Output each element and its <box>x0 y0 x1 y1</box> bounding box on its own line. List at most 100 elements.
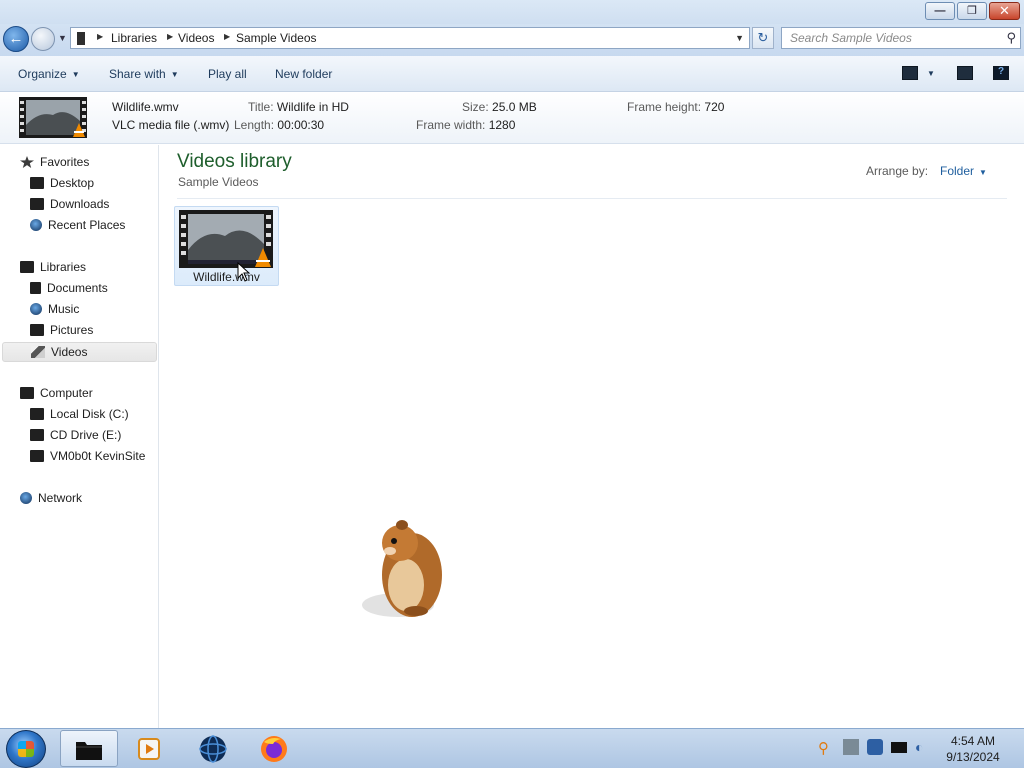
window-title-bar: — ❐ ✕ <box>0 0 1024 24</box>
nav-label: Computer <box>40 386 93 400</box>
breadcrumb-sample-videos[interactable]: Sample Videos <box>236 31 317 45</box>
close-button[interactable]: ✕ <box>989 2 1020 20</box>
nav-label: CD Drive (E:) <box>50 428 122 442</box>
chevron-down-icon: ▼ <box>979 168 987 177</box>
share-with-menu[interactable]: Share with ▼ <box>109 67 179 81</box>
refresh-button[interactable]: ↻ <box>752 27 774 49</box>
chevron-down-icon: ▼ <box>71 70 80 79</box>
breadcrumb-separator-icon[interactable]: ▶ <box>224 32 230 41</box>
favorites-star-icon <box>20 156 34 168</box>
nav-favorites[interactable]: Favorites <box>20 155 89 175</box>
videos-icon <box>31 346 45 358</box>
nav-label: Music <box>48 302 80 316</box>
file-item[interactable]: Wildlife.wmv <box>174 206 279 286</box>
nav-cd-drive[interactable]: CD Drive (E:) <box>30 428 121 448</box>
detail-title-value[interactable]: Wildlife in HD <box>277 100 349 114</box>
breadcrumb-libraries[interactable]: Libraries <box>111 31 157 45</box>
mouse-cursor-icon <box>237 262 251 282</box>
breadcrumb-videos[interactable]: Videos <box>178 31 214 45</box>
detail-frame-width-value: 1280 <box>488 118 516 132</box>
nav-local-disk[interactable]: Local Disk (C:) <box>30 407 129 427</box>
nav-recent-places[interactable]: Recent Places <box>30 218 125 238</box>
taskbar-firefox-button[interactable] <box>245 730 303 767</box>
detail-frame-height-value: 720 <box>704 100 725 114</box>
address-dropdown-icon[interactable]: ▼ <box>735 33 744 43</box>
maximize-button[interactable]: ❐ <box>957 2 987 20</box>
shield-tray-icon[interactable] <box>867 739 883 755</box>
nav-libraries[interactable]: Libraries <box>20 260 86 280</box>
detail-file-type: VLC media file (.wmv) <box>112 118 230 132</box>
nav-label: Recent Places <box>48 218 126 232</box>
documents-icon <box>30 282 41 294</box>
file-view: Videos library Sample Videos Arrange by:… <box>160 145 1024 728</box>
start-button[interactable] <box>6 730 46 768</box>
maximize-icon: ❐ <box>967 5 977 17</box>
detail-length-value: 00:00:30 <box>277 118 325 132</box>
network-icon <box>20 492 32 504</box>
taskbar: ⚲ ◐ 4:54 AM 9/13/2024 <box>0 728 1024 768</box>
nav-desktop[interactable]: Desktop <box>30 176 94 196</box>
help-icon[interactable] <box>993 66 1009 80</box>
search-icon[interactable]: ⚲ <box>1006 30 1016 46</box>
new-folder-button[interactable]: New folder <box>275 67 332 81</box>
nav-videos[interactable]: Videos <box>2 342 157 362</box>
nav-music[interactable]: Music <box>30 302 79 322</box>
nav-label: Pictures <box>50 323 94 337</box>
tools-tray-icon[interactable] <box>843 739 859 755</box>
pictures-icon <box>30 324 44 336</box>
address-bar[interactable]: ▶ Libraries ▶ Videos ▶ Sample Videos ▼ <box>70 27 750 49</box>
cd-drive-icon <box>30 429 44 441</box>
arrange-by-dropdown[interactable]: Folder ▼ <box>940 164 987 178</box>
organize-label: Organize <box>18 67 67 81</box>
nav-downloads[interactable]: Downloads <box>30 197 109 217</box>
taskbar-globe-button[interactable] <box>184 730 242 767</box>
detail-title-label: Title: <box>248 100 274 114</box>
recent-pages-dropdown[interactable]: ▼ <box>58 33 67 43</box>
breadcrumb-separator-icon[interactable]: ▶ <box>167 32 173 41</box>
arrange-by-label: Arrange by: <box>866 164 929 178</box>
video-thumbnail-icon <box>19 97 87 138</box>
detail-frame-width: Frame width: 1280 <box>416 118 515 132</box>
clock-time: 4:54 AM <box>950 734 996 748</box>
minimize-button[interactable]: — <box>925 2 955 20</box>
search-tray-icon[interactable]: ⚲ <box>818 739 834 757</box>
forward-button[interactable] <box>31 27 55 51</box>
nav-computer[interactable]: Computer <box>20 386 93 406</box>
detail-frame-height-label: Frame height: <box>627 100 702 114</box>
recent-places-icon <box>30 219 42 231</box>
organize-menu[interactable]: Organize ▼ <box>18 67 80 81</box>
search-input[interactable] <box>782 28 992 48</box>
firefox-icon <box>261 735 287 762</box>
detail-length: Length: 00:00:30 <box>234 118 324 132</box>
clock[interactable]: 4:54 AM 9/13/2024 <box>930 733 1016 765</box>
nav-label: Libraries <box>40 260 87 274</box>
volume-tray-icon[interactable]: ◐ <box>915 739 931 755</box>
display-tray-icon[interactable] <box>891 742 907 753</box>
music-icon <box>30 303 42 315</box>
nav-network[interactable]: Network <box>20 491 82 511</box>
share-with-label: Share with <box>109 67 166 81</box>
nav-documents[interactable]: Documents <box>30 281 108 301</box>
preview-pane-icon[interactable] <box>957 66 973 80</box>
breadcrumb-separator-icon[interactable]: ▶ <box>97 32 103 41</box>
file-name: Wildlife.wmv <box>193 270 260 284</box>
play-all-button[interactable]: Play all <box>208 67 247 81</box>
address-row: ← ▼ ▶ Libraries ▶ Videos ▶ Sample Videos… <box>0 24 1024 56</box>
nav-label: Network <box>38 491 83 505</box>
clock-date: 9/13/2024 <box>946 750 1000 764</box>
nav-label: Documents <box>47 281 108 295</box>
search-box[interactable]: ⚲ <box>781 27 1021 49</box>
views-dropdown-icon[interactable]: ▼ <box>927 69 935 78</box>
detail-file-name: Wildlife.wmv <box>112 100 179 114</box>
taskbar-explorer-button[interactable] <box>60 730 118 767</box>
network-globe-icon <box>199 734 227 763</box>
back-button[interactable]: ← <box>3 26 29 52</box>
nav-pictures[interactable]: Pictures <box>30 323 93 343</box>
detail-frame-width-label: Frame width: <box>416 118 486 132</box>
detail-size: Size: 25.0 MB <box>462 100 537 114</box>
taskbar-media-player-button[interactable] <box>120 730 178 767</box>
change-view-icon[interactable] <box>902 66 918 80</box>
media-player-icon <box>138 737 160 760</box>
nav-network-share[interactable]: VM0b0t KevinSite <box>30 449 145 469</box>
detail-frame-height: Frame height: 720 <box>627 100 724 114</box>
